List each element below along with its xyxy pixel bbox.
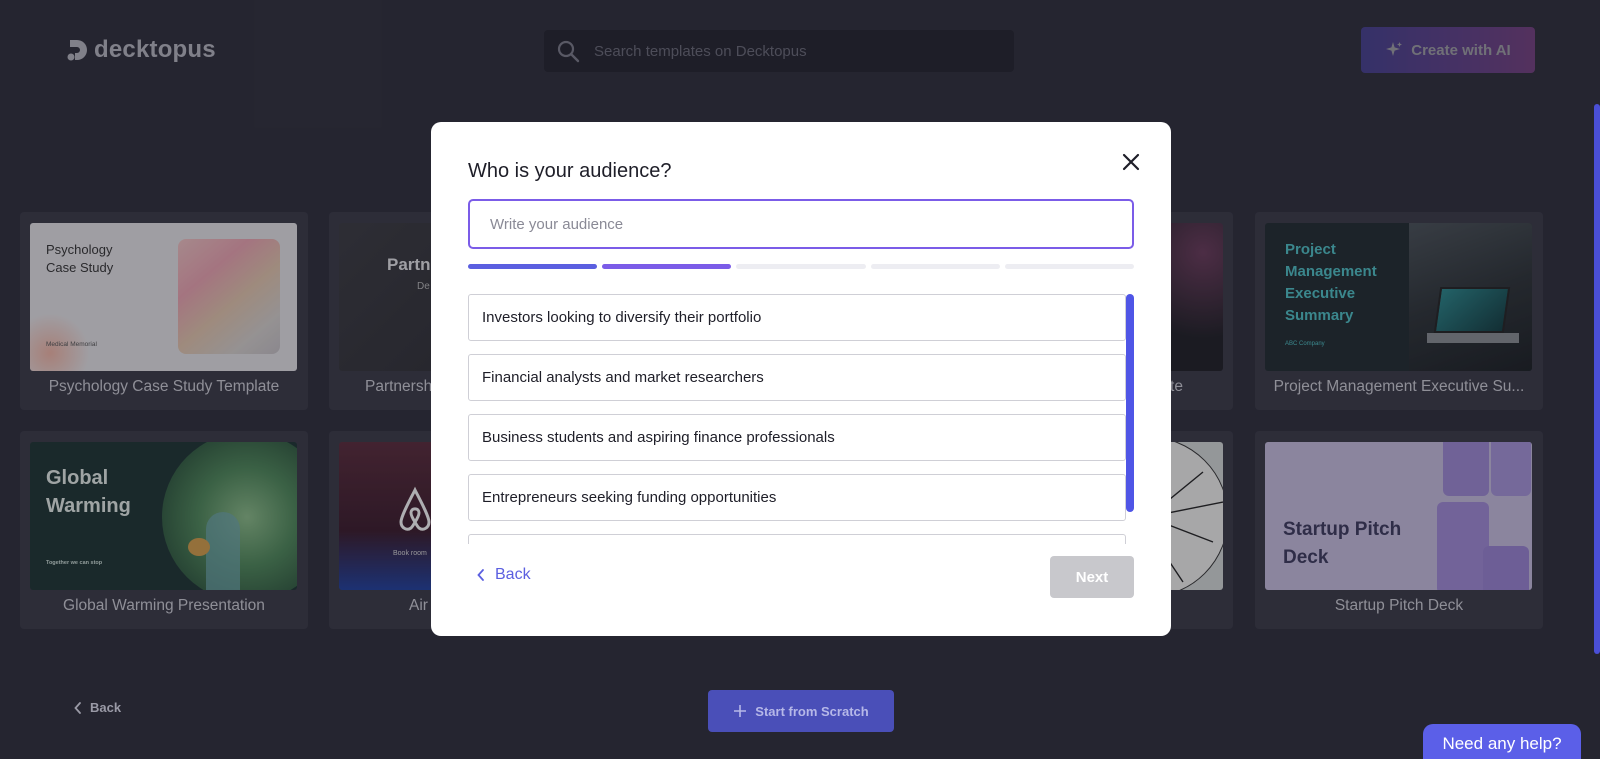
progress-step-5	[1004, 264, 1135, 269]
audience-option[interactable]: Entrepreneurs seeking funding opportunit…	[468, 474, 1126, 521]
audience-input[interactable]	[468, 199, 1134, 249]
modal-back-label: Back	[495, 566, 531, 583]
chevron-left-icon	[74, 701, 81, 714]
audience-modal: Who is your audience? Investors looking …	[431, 122, 1171, 636]
audience-option[interactable]: Financial analysts and market researcher…	[468, 354, 1126, 401]
chevron-left-icon	[477, 569, 484, 581]
page-back-label: Back	[90, 700, 122, 715]
options-scrollbar[interactable]	[1126, 294, 1134, 512]
page-back-button[interactable]: Back	[74, 700, 121, 715]
need-help-button[interactable]: Need any help?	[1423, 724, 1581, 759]
progress-step-3	[736, 264, 866, 269]
next-button[interactable]: Next	[1050, 556, 1134, 598]
progress-step-4	[870, 264, 1000, 269]
audience-option-partial[interactable]	[468, 534, 1126, 544]
audience-option[interactable]: Investors looking to diversify their por…	[468, 294, 1126, 341]
start-from-scratch-label: Start from Scratch	[755, 703, 869, 719]
modal-title: Who is your audience?	[468, 160, 672, 182]
modal-back-button[interactable]: Back	[477, 566, 531, 584]
page-scrollbar[interactable]	[1594, 104, 1600, 654]
audience-option[interactable]: Business students and aspiring finance p…	[468, 414, 1126, 461]
progress-step-2	[602, 264, 732, 269]
audience-options-list[interactable]: Investors looking to diversify their por…	[468, 294, 1134, 544]
close-icon[interactable]	[1119, 150, 1143, 174]
step-progress	[468, 264, 1135, 269]
progress-step-1	[468, 264, 598, 269]
plus-icon	[734, 705, 747, 717]
start-from-scratch-button[interactable]: Start from Scratch	[708, 690, 894, 732]
